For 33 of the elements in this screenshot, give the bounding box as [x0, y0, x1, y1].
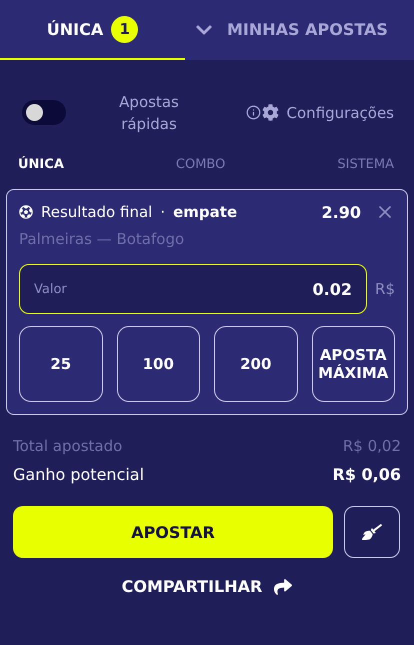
- bet-selection: empate: [173, 203, 238, 221]
- stake-field[interactable]: Valor 0.02: [19, 264, 368, 314]
- summary-value: R$ 0,02: [342, 437, 401, 455]
- settings-icon: [262, 104, 279, 121]
- bet-type-tab[interactable]: SISTEMA: [337, 157, 394, 189]
- summary-value: R$ 0,06: [332, 465, 401, 484]
- info-icon: [246, 105, 261, 120]
- share-button[interactable]: COMPARTILHAR: [116, 576, 298, 597]
- amount-button[interactable]: 100: [116, 326, 200, 402]
- clear-button[interactable]: [344, 506, 400, 558]
- tab[interactable]: ÚNICA 1: [0, 0, 185, 60]
- bet-market: Resultado final: [41, 203, 152, 221]
- currency-label: R$: [375, 280, 395, 298]
- share-icon: [274, 578, 292, 596]
- bet-type-tab[interactable]: COMBO: [176, 157, 226, 189]
- amount-button[interactable]: APOSTA MÁXIMA: [312, 326, 395, 402]
- separator-dot: ·: [160, 203, 166, 221]
- toggle-label: Apostas rápidas: [118, 92, 180, 134]
- amount-button[interactable]: 200: [214, 326, 298, 402]
- tab-label: ÚNICA: [46, 20, 104, 38]
- summary-label: Ganho potencial: [13, 465, 144, 484]
- place-bet-button[interactable]: APOSTAR: [13, 506, 333, 558]
- football-icon: [19, 205, 33, 219]
- settings-button[interactable]: Configurações: [246, 104, 394, 122]
- broom-icon: [362, 522, 382, 542]
- summary-label: Total apostado: [13, 437, 122, 455]
- toggle-switch[interactable]: [22, 100, 66, 125]
- tab[interactable]: MINHAS APOSTAS: [227, 0, 414, 60]
- amount-button[interactable]: 25: [19, 326, 102, 402]
- match-name: Palmeiras — Botafogo: [19, 230, 186, 248]
- bet-type-tab[interactable]: ÚNICA: [18, 157, 64, 189]
- odds: 2.90: [322, 202, 361, 222]
- count-badge: 1: [111, 16, 138, 42]
